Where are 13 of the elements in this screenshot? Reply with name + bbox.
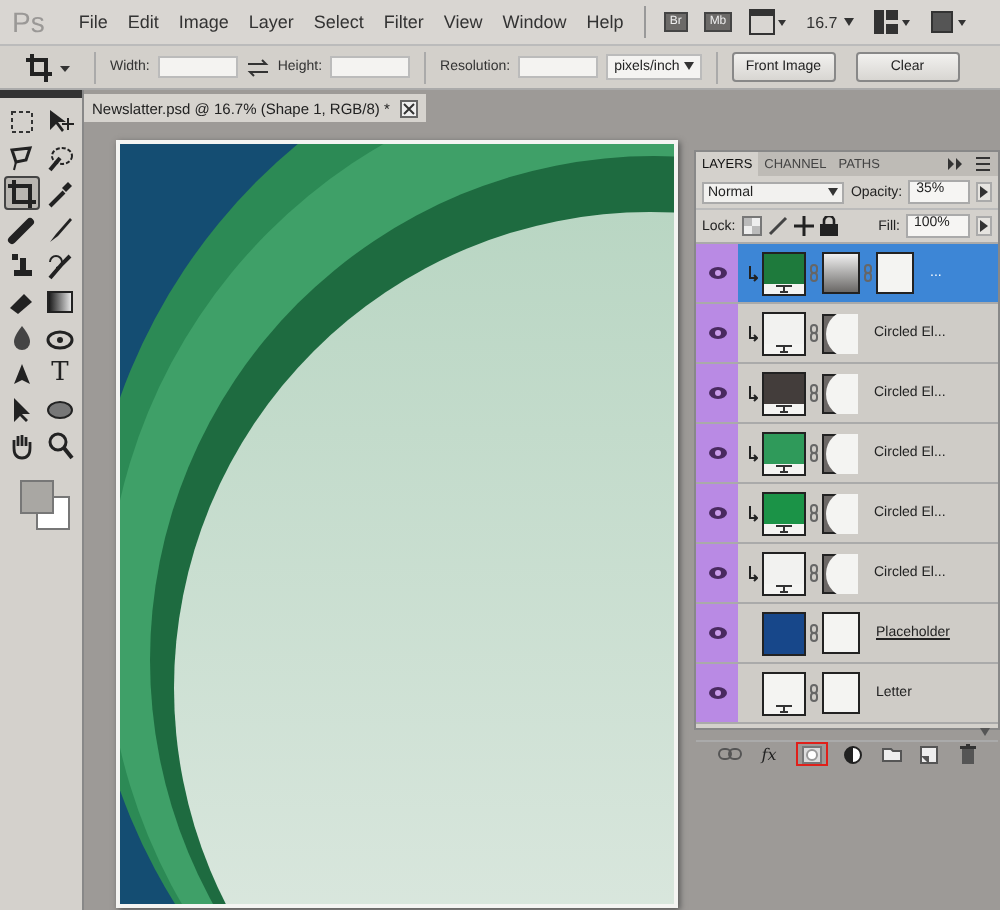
type-tool-button[interactable]: T bbox=[42, 356, 78, 390]
zoom-dropdown[interactable]: 16.7 bbox=[796, 13, 864, 31]
menu-item[interactable]: Image bbox=[168, 12, 239, 32]
menu-item[interactable]: View bbox=[433, 12, 493, 32]
menu-item[interactable]: File bbox=[68, 12, 118, 32]
app-logo: Ps bbox=[12, 6, 45, 38]
menu-item[interactable]: Help bbox=[576, 12, 634, 32]
menu-item[interactable]: Select bbox=[303, 12, 374, 32]
menu-item[interactable]: Layer bbox=[238, 12, 304, 32]
menu-item[interactable]: Edit bbox=[117, 12, 169, 32]
menu-item[interactable]: Filter bbox=[373, 12, 434, 32]
fx-layer-button[interactable]: fx bbox=[757, 742, 781, 766]
menu-item[interactable]: Window bbox=[492, 12, 577, 32]
